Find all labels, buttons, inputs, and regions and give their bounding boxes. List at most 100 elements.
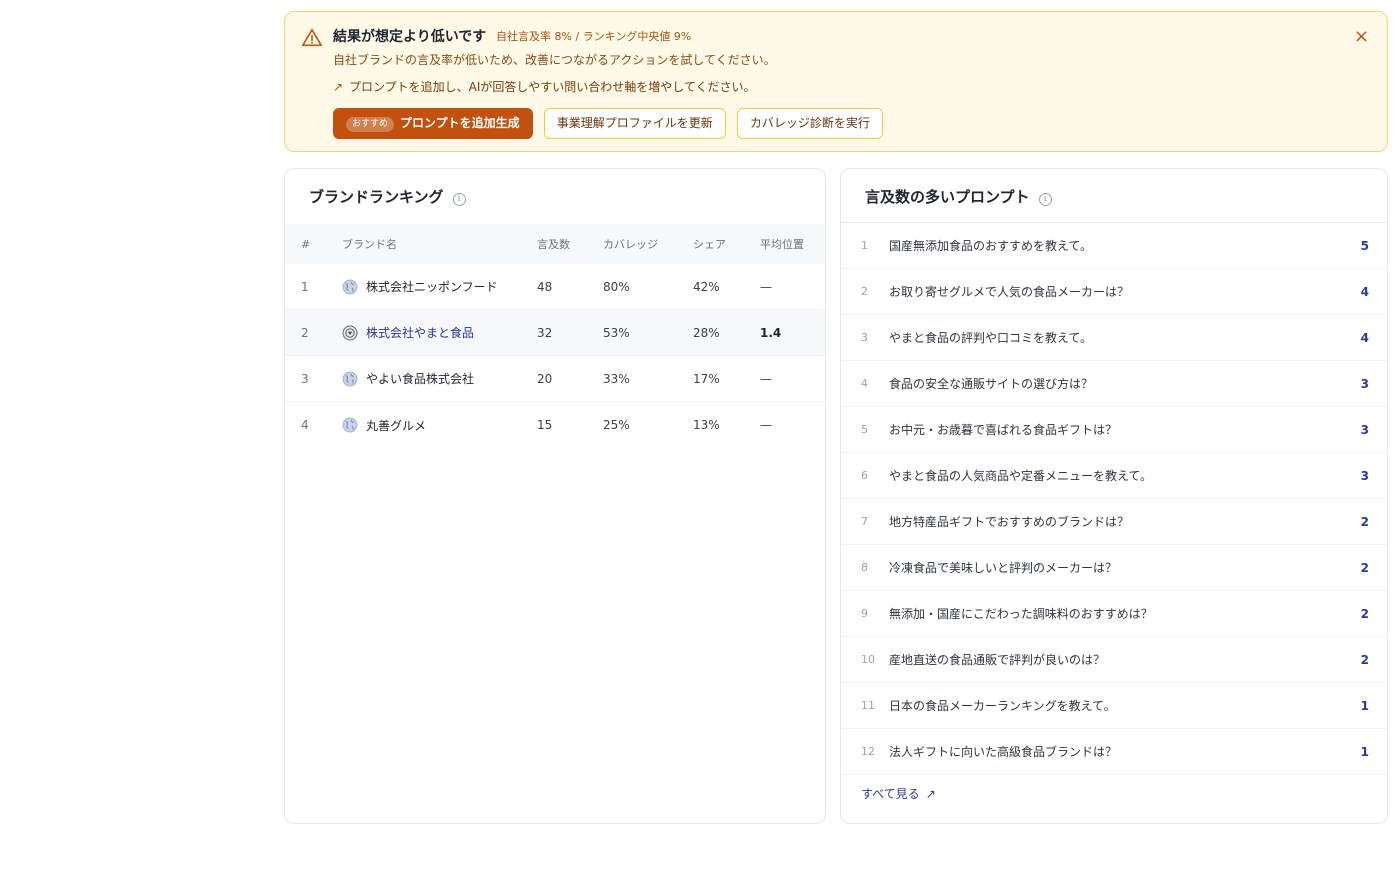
list-item[interactable]: 12 法人ギフトに向いた高級食品ブランドは？ 1 [841, 729, 1387, 775]
list-item[interactable]: 8 冷凍食品で美味しいと評判のメーカーは？ 2 [841, 545, 1387, 591]
coverage-value: 80% [603, 279, 630, 294]
col-brand: ブランド名 [342, 238, 397, 251]
col-share: シェア [693, 238, 726, 251]
alert-description: 自社ブランドの言及率が低いため、改善につながるアクションを試してください。 [333, 53, 776, 67]
brand-cell: 丸善グルメ [342, 402, 426, 448]
prompt-count: 2 [1360, 606, 1369, 621]
prompt-text: お取り寄せグルメで人気の食品メーカーは？ [889, 285, 1130, 299]
col-mentions: 言及数 [537, 238, 570, 251]
top-prompts-title-text: 言及数の多いプロンプト [865, 188, 1030, 206]
prompt-count: 5 [1360, 238, 1369, 253]
brand-ranking-title: ブランドランキング i [309, 186, 466, 207]
globe-icon [342, 371, 358, 386]
prompt-list: 1 国産無添加食品のおすすめを教えて。 5 2 お取り寄せグルメで人気の食品メーカーは… [841, 222, 1387, 775]
rank-number: 4 [301, 418, 309, 432]
prompt-text: お中元・お歳暮で喜ばれる食品ギフトは？ [889, 423, 1118, 437]
prompt-text: 食品の安全な通販サイトの選び方は？ [889, 377, 1094, 391]
rank-number: 2 [301, 325, 309, 340]
prompt-number: 10 [861, 653, 875, 666]
prompt-count: 4 [1360, 284, 1369, 299]
alert-metrics: 自社言及率 8% / ランキング中央値 9% [496, 30, 692, 43]
low-result-alert: 結果が想定より低いです 自社言及率 8% / ランキング中央値 9% 自社ブラン… [284, 11, 1388, 152]
list-item[interactable]: 1 国産無添加食品のおすすめを教えて。 5 [841, 223, 1387, 269]
run-diagnosis-button[interactable]: カバレッジ診断を実行 [736, 108, 883, 139]
avg-position-value: — [760, 371, 772, 386]
prompt-count: 3 [1360, 468, 1369, 483]
brand-ranking-table: # ブランド名 言及数 カバレッジ シェア 平均位置 1 株式会社ニッポンフード… [285, 224, 825, 448]
prompt-text: やまと食品の人気商品や定番メニューを教えて。 [889, 469, 1153, 483]
prompt-text: 法人ギフトに向いた高級食品ブランドは？ [889, 745, 1118, 759]
prompt-number: 4 [861, 377, 868, 390]
arrow-up-right-icon: ↗ [333, 80, 344, 94]
list-item[interactable]: 2 お取り寄せグルメで人気の食品メーカーは？ 4 [841, 269, 1387, 315]
prompt-number: 5 [861, 423, 868, 436]
prompt-text: やまと食品の評判や口コミを教えて。 [889, 331, 1093, 345]
prompt-number: 3 [861, 331, 868, 344]
prompt-count: 4 [1360, 330, 1369, 345]
prompt-number: 7 [861, 515, 868, 528]
share-value: 28% [693, 325, 720, 340]
info-icon[interactable]: i [452, 193, 466, 206]
alert-tip: ↗ プロンプトを追加し、AIが回答しやすい問い合わせ軸を増やしてください。 [333, 78, 756, 95]
info-icon[interactable]: i [1038, 193, 1052, 206]
recommend-badge: おすすめ [346, 117, 395, 132]
prompt-number: 6 [861, 469, 868, 482]
alert-actions: おすすめ プロンプトを追加生成 事業理解プロファイルを更新 カバレッジ診断を実行 [333, 108, 889, 139]
prompt-text: 冷凍食品で美味しいと評判のメーカーは？ [889, 561, 1118, 575]
coverage-value: 25% [603, 418, 630, 432]
table-row-own-brand[interactable]: 2 株式会社やまと食品 32 53% 28% 1.4 [285, 310, 825, 356]
prompt-text: 地方特産品ギフトでおすすめのブランドは？ [889, 515, 1130, 529]
globe-icon [342, 279, 358, 294]
table-row[interactable]: 1 株式会社ニッポンフード 48 80% 42% — [285, 264, 825, 310]
brand-name: やよい食品株式会社 [366, 372, 475, 386]
col-coverage: カバレッジ [603, 238, 658, 251]
share-value: 13% [693, 418, 720, 432]
prompt-text: 無添加・国産にこだわった調味料のおすすめは？ [889, 607, 1153, 621]
list-item[interactable]: 3 やまと食品の評判や口コミを教えて。 4 [841, 315, 1387, 361]
avg-position-value: — [760, 279, 772, 294]
share-value: 17% [693, 371, 720, 386]
arrow-up-right-icon: ↗ [925, 787, 936, 801]
brand-ranking-title-text: ブランドランキング [309, 188, 444, 206]
list-item[interactable]: 7 地方特産品ギフトでおすすめのブランドは？ 2 [841, 499, 1387, 545]
update-profile-button[interactable]: 事業理解プロファイルを更新 [543, 108, 726, 139]
mentions-value: 32 [537, 325, 553, 340]
brand-name: 株式会社やまと食品 [366, 326, 475, 340]
list-item[interactable]: 6 やまと食品の人気商品や定番メニューを教えて。 3 [841, 453, 1387, 499]
list-item[interactable]: 9 無添加・国産にこだわった調味料のおすすめは？ 2 [841, 591, 1387, 637]
globe-icon [342, 417, 358, 433]
list-item[interactable]: 10 産地直送の食品通販で評判が良いのは？ 2 [841, 637, 1387, 683]
prompt-text: 産地直送の食品通販で評判が良いのは？ [889, 653, 1106, 667]
prompt-count: 3 [1360, 422, 1369, 437]
prompt-count: 2 [1360, 560, 1369, 575]
prompt-text: 国産無添加食品のおすすめを教えて。 [889, 239, 1093, 253]
coverage-value: 53% [603, 325, 630, 340]
brand-name: 株式会社ニッポンフード [366, 280, 498, 294]
prompt-number: 2 [861, 285, 868, 298]
prompt-number: 11 [861, 699, 875, 712]
list-item[interactable]: 4 食品の安全な通販サイトの選び方は？ 3 [841, 361, 1387, 407]
alert-tip-text: プロンプトを追加し、AIが回答しやすい問い合わせ軸を増やしてください。 [349, 80, 756, 94]
warning-icon [302, 28, 322, 47]
prompt-count: 2 [1360, 514, 1369, 529]
close-icon[interactable]: × [1354, 28, 1369, 46]
table-header: # ブランド名 言及数 カバレッジ シェア 平均位置 [285, 224, 825, 264]
top-prompts-title: 言及数の多いプロンプト i [865, 186, 1052, 207]
prompt-count: 2 [1360, 652, 1369, 667]
prompt-number: 1 [861, 239, 868, 252]
top-prompts-panel: 言及数の多いプロンプト i 1 国産無添加食品のおすすめを教えて。 5 2 お取り寄せグ… [840, 168, 1388, 824]
table-row[interactable]: 4 丸善グルメ 15 25% 13% — [285, 402, 825, 448]
list-item[interactable]: 5 お中元・お歳暮で喜ばれる食品ギフトは？ 3 [841, 407, 1387, 453]
avg-position-value: 1.4 [760, 325, 782, 340]
generate-prompts-button[interactable]: おすすめ プロンプトを追加生成 [333, 108, 533, 139]
see-all-link[interactable]: すべて見る ↗ [861, 785, 936, 802]
prompt-number: 8 [861, 561, 868, 574]
brand-name: 丸善グルメ [366, 418, 427, 433]
coverage-value: 33% [603, 371, 630, 386]
avg-position-value: — [760, 418, 772, 432]
table-row[interactable]: 3 やよい食品株式会社 20 33% 17% — [285, 356, 825, 402]
col-rank: # [301, 237, 311, 251]
own-brand-icon [342, 325, 358, 340]
rank-number: 1 [301, 279, 309, 294]
list-item[interactable]: 11 日本の食品メーカーランキングを教えて。 1 [841, 683, 1387, 729]
